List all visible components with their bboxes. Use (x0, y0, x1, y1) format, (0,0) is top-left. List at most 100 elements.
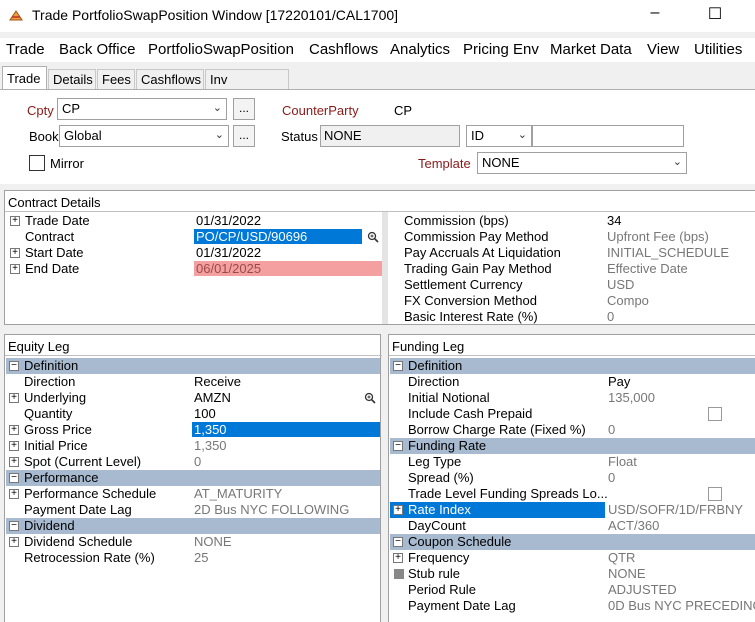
funding-payment-lag-row[interactable]: Payment Date Lag 0D Bus NYC PRECEDING (390, 598, 755, 614)
collapse-icon[interactable]: − (9, 521, 19, 531)
expand-icon[interactable]: + (393, 505, 403, 515)
funding-direction-row[interactable]: Direction Pay (390, 374, 755, 390)
contract-row[interactable]: Contract PO/CP/USD/90696 (7, 229, 382, 245)
frequency-row[interactable]: + Frequency QTR (390, 550, 755, 566)
window-title: Trade PortfolioSwapPosition Window [1722… (32, 7, 399, 23)
menu-portfolioswapposition[interactable]: PortfolioSwapPosition (148, 41, 294, 58)
gross-price-value[interactable]: 1,350 (192, 422, 380, 437)
tab-cashflows[interactable]: Cashflows (136, 69, 204, 89)
equity-direction-row[interactable]: Direction Receive (6, 374, 380, 390)
book-lookup-button[interactable]: ... (233, 125, 255, 147)
funding-rate-section[interactable]: − Funding Rate (390, 438, 755, 454)
mirror-checkbox[interactable] (29, 155, 45, 171)
collapse-icon[interactable]: − (9, 473, 19, 483)
menu-market-data[interactable]: Market Data (550, 41, 632, 58)
underlying-row[interactable]: + Underlying AMZN (6, 390, 380, 406)
template-label: Template (418, 156, 471, 171)
divider (5, 211, 755, 212)
initial-notional-row[interactable]: Initial Notional 135,000 (390, 390, 755, 406)
chevron-down-icon: ⌄ (214, 129, 224, 141)
magnifier-icon[interactable] (367, 231, 379, 243)
id-type-select[interactable]: ID ⌄ (466, 125, 532, 147)
retrocession-row[interactable]: Retrocession Rate (%) 25 (6, 550, 380, 566)
quantity-row[interactable]: Quantity 100 (6, 406, 380, 422)
spread-row[interactable]: Spread (%) 0 (390, 470, 755, 486)
tab-inv-attributes[interactable]: Inv Attributes (205, 69, 289, 102)
template-select[interactable]: NONE ⌄ (477, 152, 687, 174)
menu-view[interactable]: View (647, 41, 679, 58)
commission-pay-method-row[interactable]: Commission Pay Method Upfront Fee (bps) (391, 229, 755, 245)
dividend-schedule-row[interactable]: + Dividend Schedule NONE (6, 534, 380, 550)
expand-icon[interactable]: + (9, 489, 19, 499)
gross-price-row[interactable]: + Gross Price 1,350 (6, 422, 380, 438)
expand-icon[interactable]: + (10, 216, 20, 226)
expand-icon[interactable]: + (10, 264, 20, 274)
expand-icon[interactable]: + (10, 248, 20, 258)
collapse-icon[interactable]: − (393, 441, 403, 451)
expand-icon[interactable]: + (9, 537, 19, 547)
cpty-select[interactable]: CP ⌄ (57, 98, 227, 120)
leg-type-row[interactable]: Leg Type Float (390, 454, 755, 470)
counterparty-value: CP (394, 103, 413, 118)
equity-performance-section[interactable]: − Performance (6, 470, 380, 486)
trading-gain-row[interactable]: Trading Gain Pay Method Effective Date (391, 261, 755, 277)
funding-definition-section[interactable]: − Definition (390, 358, 755, 374)
borrow-charge-row[interactable]: Borrow Charge Rate (Fixed %) 0 (390, 422, 755, 438)
collapse-icon[interactable]: − (393, 361, 403, 371)
tab-fees[interactable]: Fees (97, 69, 135, 89)
collapse-icon[interactable]: − (9, 361, 19, 371)
commission-row[interactable]: Commission (bps) 34 (391, 213, 755, 229)
daycount-row[interactable]: DayCount ACT/360 (390, 518, 755, 534)
id-input[interactable] (532, 125, 684, 147)
include-cash-prepaid-row[interactable]: Include Cash Prepaid (390, 406, 755, 422)
pay-accruals-row[interactable]: Pay Accruals At Liquidation INITIAL_SCHE… (391, 245, 755, 261)
end-date-value[interactable]: 06/01/2025 (194, 261, 382, 276)
divider (5, 355, 382, 356)
splitter[interactable] (382, 212, 388, 324)
contract-value[interactable]: PO/CP/USD/90696 (194, 229, 362, 244)
maximize-button[interactable]: ☐ (700, 4, 730, 24)
trade-header-form: Cpty CP ⌄ ... CounterParty CP Book Globa… (0, 89, 755, 184)
equity-leg-panel: Equity Leg − Definition Direction Receiv… (4, 334, 382, 622)
equity-dividend-section[interactable]: − Dividend (6, 518, 380, 534)
menu-cashflows[interactable]: Cashflows (309, 41, 378, 58)
minimize-button[interactable]: – (640, 4, 670, 22)
period-rule-row[interactable]: Period Rule ADJUSTED (390, 582, 755, 598)
settlement-currency-row[interactable]: Settlement Currency USD (391, 277, 755, 293)
trade-date-row[interactable]: + Trade Date 01/31/2022 (7, 213, 382, 229)
menu-back-office[interactable]: Back Office (59, 41, 135, 58)
trade-level-spreads-row[interactable]: Trade Level Funding Spreads Lo... (390, 486, 755, 502)
book-select[interactable]: Global ⌄ (59, 125, 229, 147)
expand-icon[interactable]: + (9, 393, 19, 403)
menu-analytics[interactable]: Analytics (390, 41, 450, 58)
start-date-row[interactable]: + Start Date 01/31/2022 (7, 245, 382, 261)
basic-interest-row[interactable]: Basic Interest Rate (%) 0 (391, 309, 755, 325)
equity-definition-section[interactable]: − Definition (6, 358, 380, 374)
include-cash-prepaid-checkbox[interactable] (708, 407, 722, 421)
menu-utilities[interactable]: Utilities (694, 41, 742, 58)
end-date-row[interactable]: + End Date 06/01/2025 (7, 261, 382, 277)
rate-index-row[interactable]: + Rate Index USD/SOFR/1D/FRBNY (390, 502, 755, 518)
spot-row[interactable]: + Spot (Current Level) 0 (6, 454, 380, 470)
coupon-schedule-section[interactable]: − Coupon Schedule (390, 534, 755, 550)
expand-icon[interactable]: + (393, 553, 403, 563)
expand-icon[interactable]: + (9, 425, 19, 435)
stub-rule-row[interactable]: Stub rule NONE (390, 566, 755, 582)
menu-trade[interactable]: Trade (6, 41, 45, 58)
template-value: NONE (482, 155, 520, 170)
menu-pricing-env[interactable]: Pricing Env (463, 41, 539, 58)
cpty-lookup-button[interactable]: ... (233, 98, 255, 120)
cpty-label: Cpty (27, 103, 54, 118)
collapse-icon[interactable]: − (393, 537, 403, 547)
magnifier-icon[interactable] (364, 392, 376, 404)
equity-payment-lag-row[interactable]: Payment Date Lag 2D Bus NYC FOLLOWING (6, 502, 380, 518)
contract-details-title: Contract Details (8, 195, 101, 210)
tab-trade[interactable]: Trade (2, 66, 47, 90)
initial-price-row[interactable]: + Initial Price 1,350 (6, 438, 380, 454)
fx-conversion-row[interactable]: FX Conversion Method Compo (391, 293, 755, 309)
tab-details[interactable]: Details (48, 69, 96, 89)
expand-icon[interactable]: + (9, 441, 19, 451)
trade-level-spreads-checkbox[interactable] (708, 487, 722, 501)
expand-icon[interactable]: + (9, 457, 19, 467)
performance-schedule-row[interactable]: + Performance Schedule AT_MATURITY (6, 486, 380, 502)
